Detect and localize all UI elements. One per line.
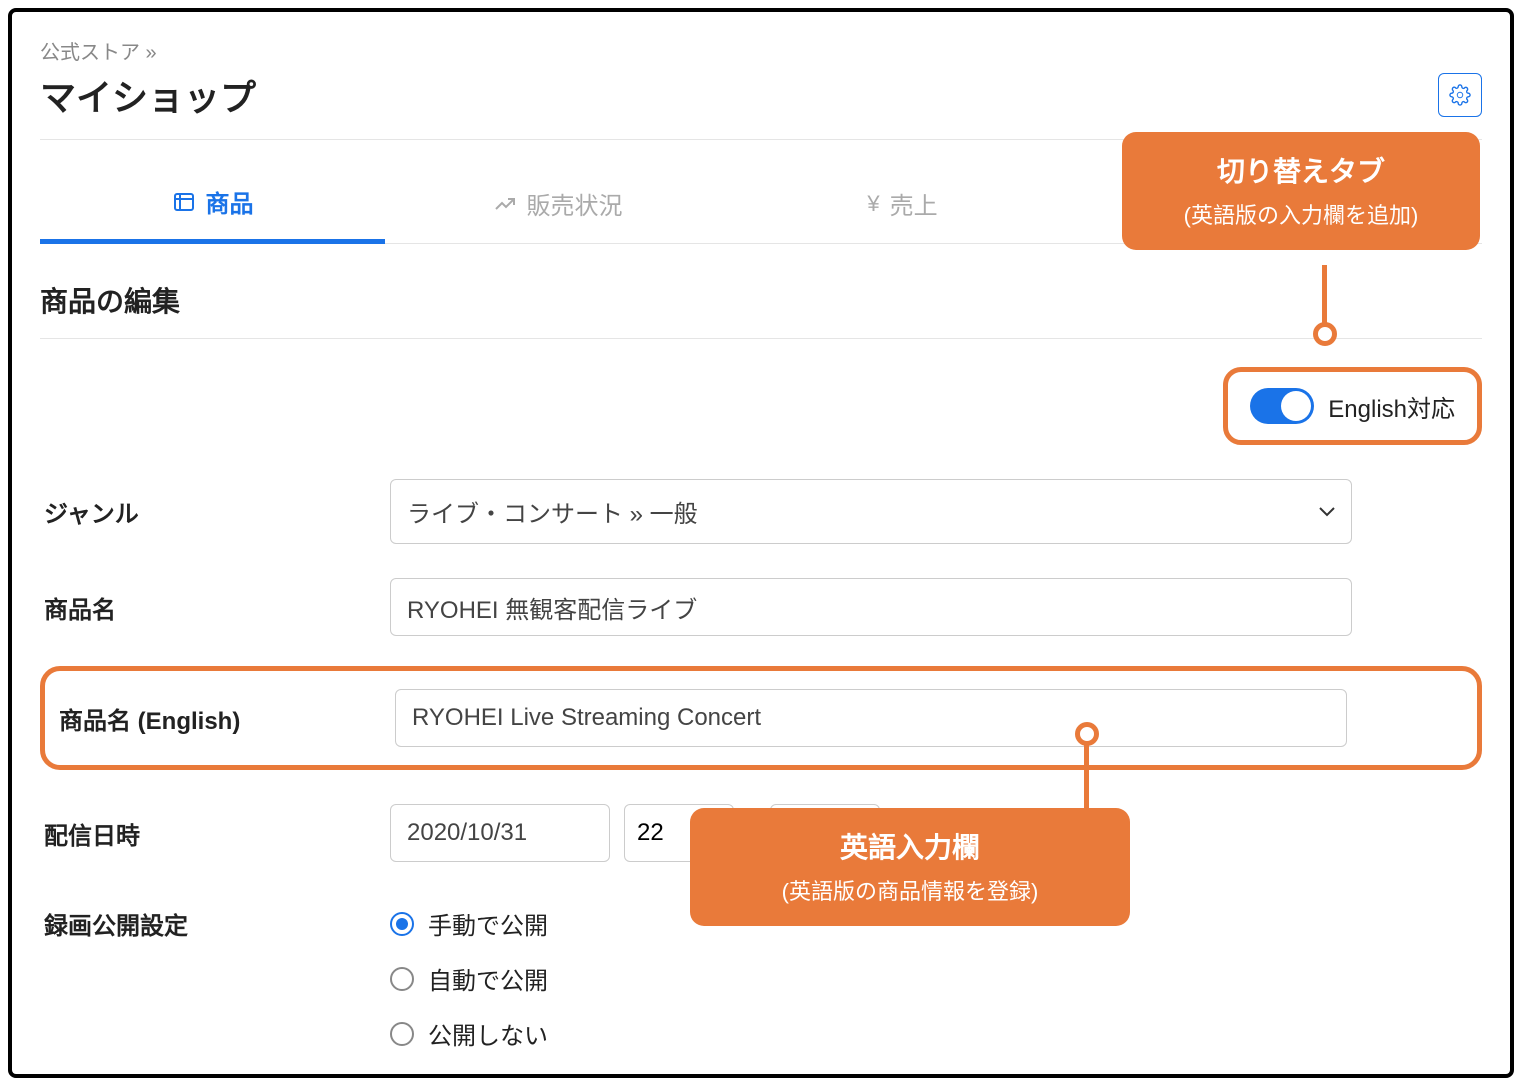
toggle-knob: [1281, 391, 1311, 421]
callout-english-sub: (英語版の商品情報を登録): [716, 874, 1104, 906]
section-title: 商品の編集: [40, 280, 1482, 339]
tab-sales-status[interactable]: 販売状況: [385, 166, 730, 243]
tab-products[interactable]: 商品: [40, 166, 385, 244]
row-recording: 録画公開設定 手動で公開 自動で公開 公開しない: [40, 906, 1482, 1051]
datetime-label: 配信日時: [40, 816, 390, 851]
chart-icon: [493, 192, 517, 216]
tab-products-label: 商品: [206, 184, 254, 219]
radio-icon: [390, 1022, 414, 1046]
name-input[interactable]: [390, 578, 1352, 636]
callout-toggle-title: 切り替えタブ: [1148, 150, 1454, 190]
genre-select[interactable]: ライブ・コンサート » 一般: [390, 479, 1352, 544]
recording-radio-group: 手動で公開 自動で公開 公開しない: [390, 906, 1352, 1051]
callout-english-title: 英語入力欄: [716, 826, 1104, 866]
list-icon: [172, 190, 196, 214]
gear-icon: [1449, 84, 1471, 106]
yen-icon: ¥: [867, 191, 879, 217]
name-en-input[interactable]: [395, 689, 1347, 747]
row-genre: ジャンル ライブ・コンサート » 一般: [40, 479, 1482, 544]
app-window: 公式ストア » マイショップ 商品 販売状況 ¥ 売上 商品の編集 Englis…: [8, 8, 1514, 1078]
english-toggle-row: English対応: [40, 367, 1482, 445]
callout-toggle: 切り替えタブ (英語版の入力欄を追加): [1122, 132, 1480, 250]
recording-none-label: 公開しない: [428, 1016, 548, 1051]
radio-icon: [390, 967, 414, 991]
tab-revenue[interactable]: ¥ 売上: [730, 166, 1075, 243]
page-title: マイショップ: [40, 69, 256, 121]
recording-label: 録画公開設定: [40, 906, 390, 941]
english-toggle[interactable]: [1250, 388, 1314, 424]
tab-sales-status-label: 販売状況: [527, 186, 623, 221]
callout-connector-dot: [1075, 722, 1099, 746]
settings-button[interactable]: [1438, 73, 1482, 117]
breadcrumb[interactable]: 公式ストア »: [40, 36, 1482, 65]
radio-icon: [390, 912, 414, 936]
english-toggle-highlight: English対応: [1223, 367, 1482, 445]
callout-connector-dot: [1313, 322, 1337, 346]
recording-option-auto[interactable]: 自動で公開: [390, 961, 1352, 996]
callout-toggle-sub: (英語版の入力欄を追加): [1148, 198, 1454, 230]
recording-auto-label: 自動で公開: [428, 961, 548, 996]
header-row: マイショップ: [40, 69, 1482, 140]
recording-option-none[interactable]: 公開しない: [390, 1016, 1352, 1051]
english-toggle-label: English対応: [1328, 389, 1455, 424]
date-input[interactable]: [390, 804, 610, 862]
genre-label: ジャンル: [40, 494, 390, 529]
english-name-highlight: 商品名 (English): [40, 666, 1482, 770]
tab-revenue-label: 売上: [890, 186, 938, 221]
row-name: 商品名: [40, 578, 1482, 636]
name-en-label: 商品名 (English): [59, 701, 395, 736]
name-label: 商品名: [40, 590, 390, 625]
recording-manual-label: 手動で公開: [428, 906, 548, 941]
row-name-english: 商品名 (English): [59, 689, 1463, 747]
callout-english-field: 英語入力欄 (英語版の商品情報を登録): [690, 808, 1130, 926]
